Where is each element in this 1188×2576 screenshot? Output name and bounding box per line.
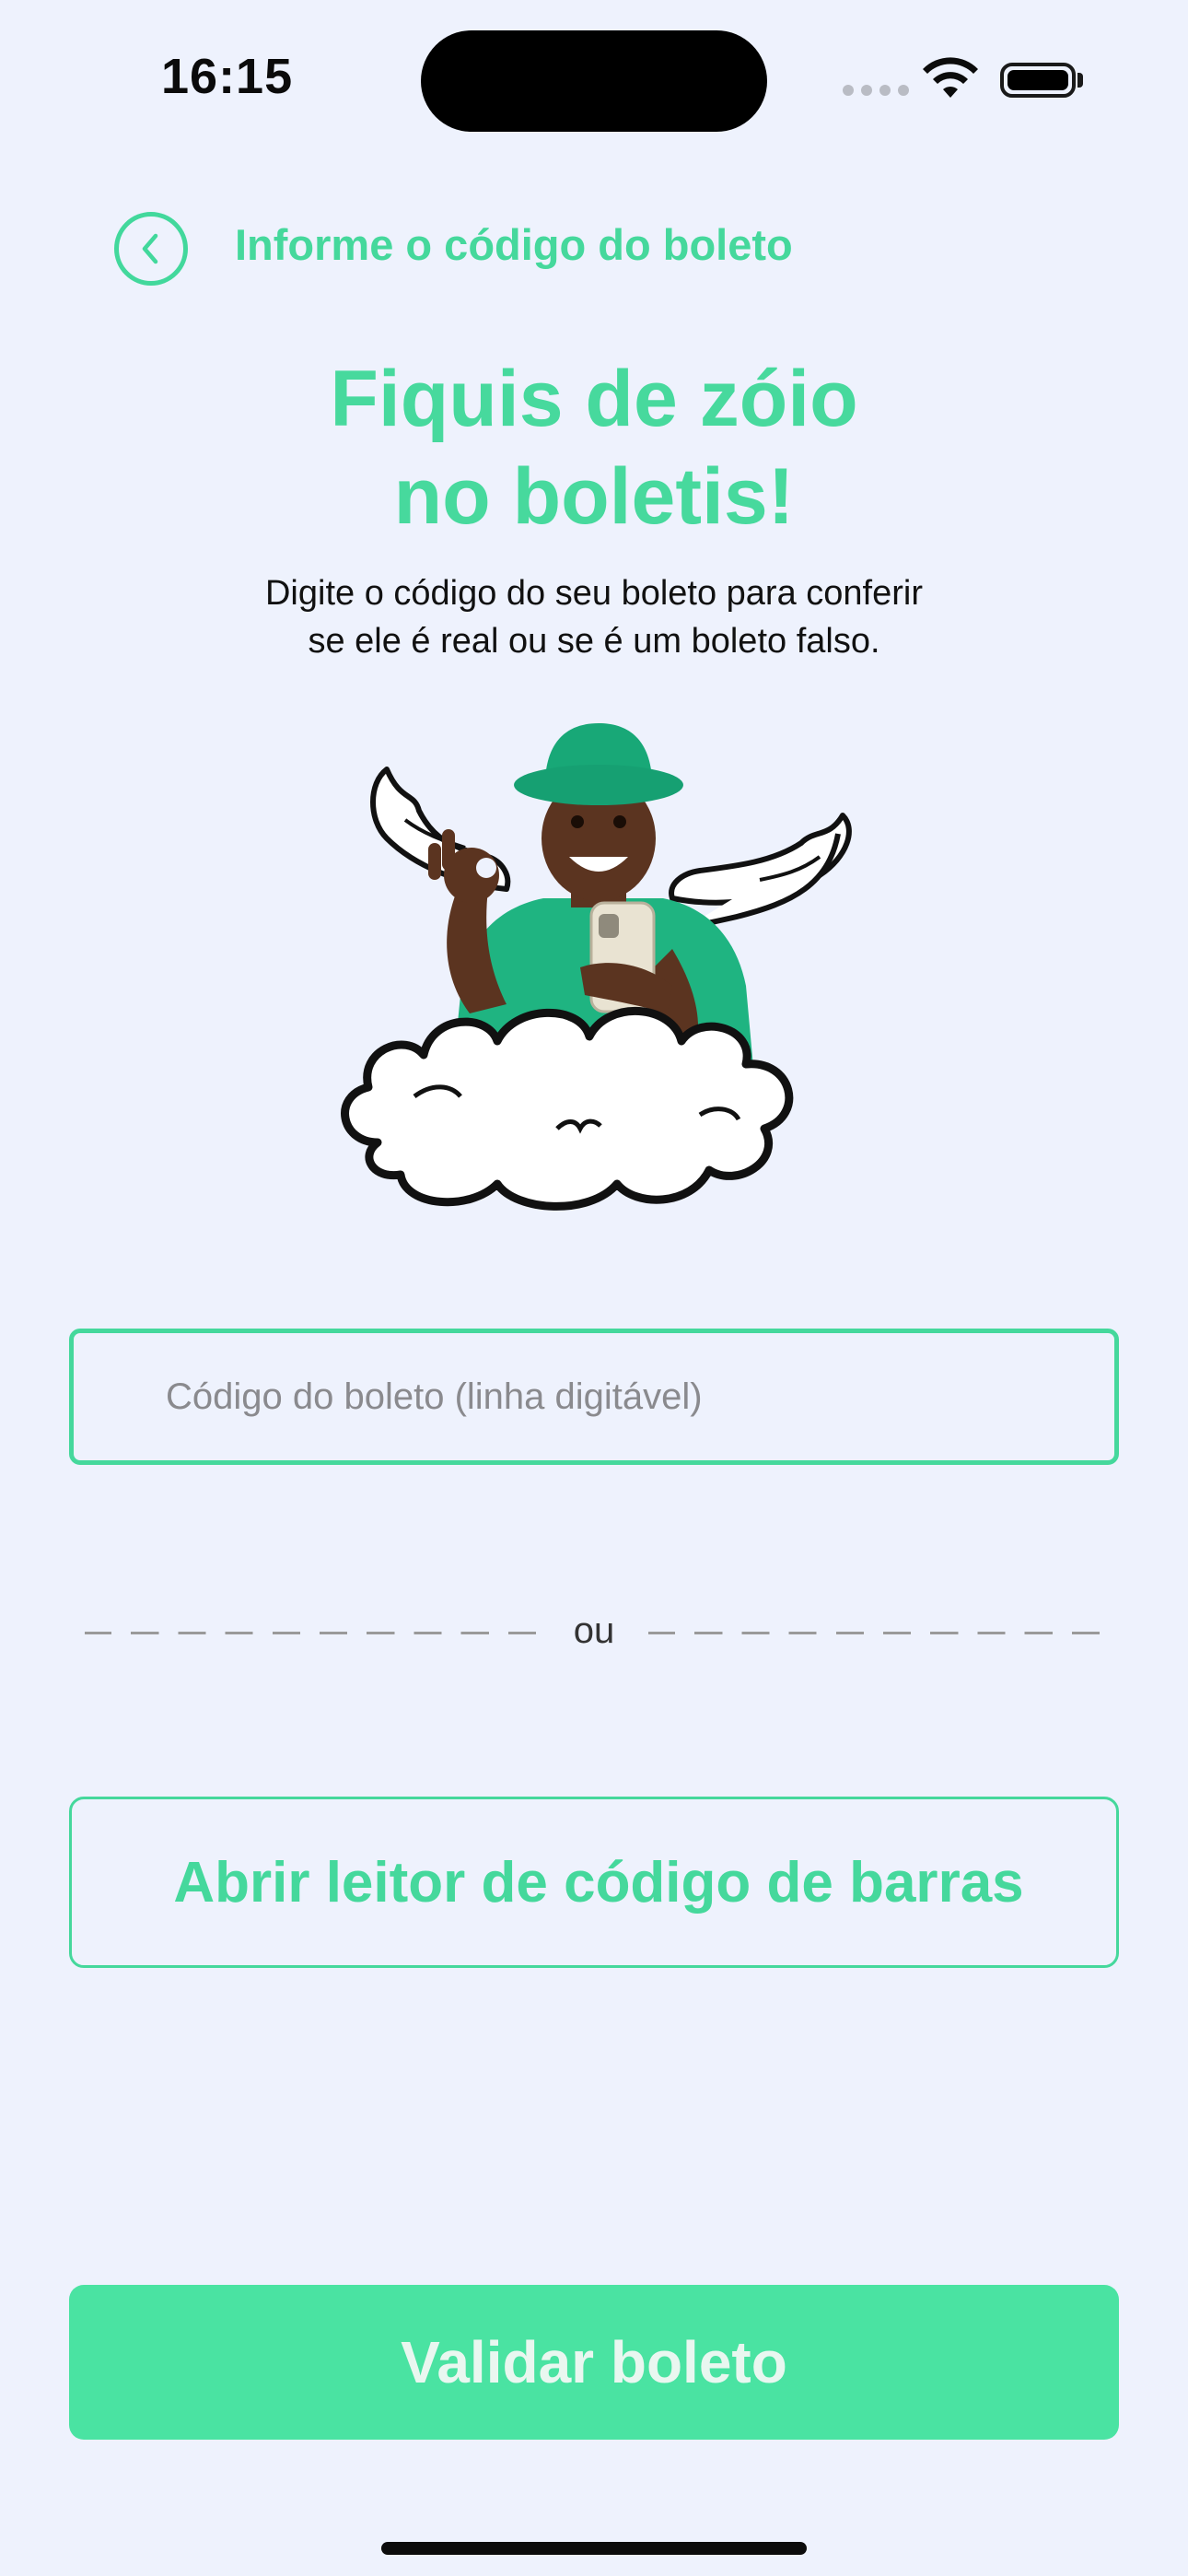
- dynamic-island: [421, 30, 767, 132]
- page-title: Informe o código do boleto: [235, 220, 793, 269]
- subtitle-line-2: se ele é real ou se é um boleto falso.: [308, 622, 880, 661]
- chevron-left-icon: [142, 233, 158, 264]
- battery-icon: [1000, 63, 1076, 98]
- hero-title-line-1: Fiquis de zóio: [330, 355, 858, 443]
- open-barcode-scanner-button[interactable]: Abrir leitor de código de barras: [69, 1797, 1119, 1968]
- validate-button-label: Validar boleto: [401, 2329, 787, 2395]
- divider-label: ou: [573, 1610, 615, 1651]
- back-button[interactable]: [114, 212, 188, 286]
- scanner-button-label: Abrir leitor de código de barras: [173, 1850, 1024, 1914]
- mascot-illustration: [341, 723, 852, 1211]
- boleto-code-field[interactable]: [69, 1329, 1119, 1465]
- boleto-code-input[interactable]: [74, 1333, 1114, 1460]
- divider-right: [648, 1632, 1109, 1634]
- subtitle-line-1: Digite o código do seu boleto para confe…: [264, 574, 923, 613]
- hero-subtitle: Digite o código do seu boleto para confe…: [0, 569, 1188, 665]
- wifi-icon: [923, 57, 978, 98]
- home-indicator[interactable]: [381, 2542, 807, 2555]
- validate-boleto-button[interactable]: Validar boleto: [69, 2285, 1119, 2440]
- cellular-signal-icon: [843, 85, 909, 96]
- divider-left: [85, 1632, 545, 1634]
- battery-cap: [1077, 73, 1083, 88]
- status-time: 16:15: [161, 49, 294, 104]
- hero-title: Fiquis de zóio no boletis!: [0, 350, 1188, 545]
- hero-title-line-2: no boletis!: [393, 452, 795, 541]
